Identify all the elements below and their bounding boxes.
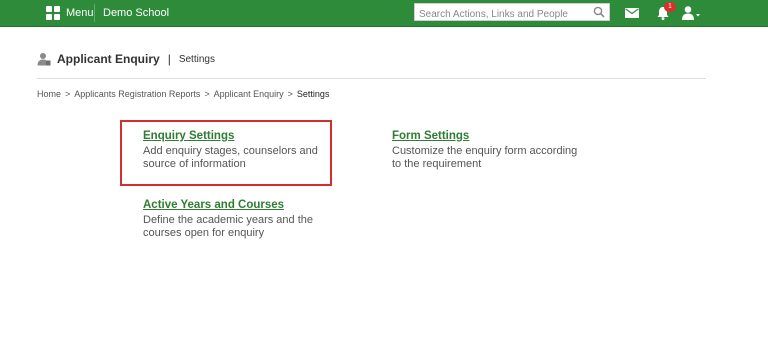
enquiry-settings-link[interactable]: Enquiry Settings <box>143 130 318 142</box>
form-settings-card: Form Settings Customize the enquiry form… <box>392 130 577 171</box>
page-subtitle: Settings <box>178 53 215 65</box>
active-years-desc-line1: Define the academic years and the <box>143 214 313 226</box>
breadcrumb-home[interactable]: Home <box>37 89 61 99</box>
mail-icon[interactable] <box>625 8 639 18</box>
breadcrumb-separator: > <box>65 89 71 99</box>
navbar-divider <box>94 4 95 22</box>
breadcrumb-separator: > <box>287 89 293 99</box>
header-divider <box>37 78 706 79</box>
search-box <box>414 3 610 23</box>
active-years-desc-line2: courses open for enquiry <box>143 227 265 239</box>
title-divider: | <box>167 52 171 66</box>
form-settings-link[interactable]: Form Settings <box>392 130 577 142</box>
user-icon[interactable] <box>681 5 701 21</box>
page-header: Applicant Enquiry | Settings <box>37 50 215 68</box>
enquiry-settings-desc-line2: source of information <box>143 158 246 170</box>
applicant-icon <box>37 53 51 66</box>
search-input[interactable] <box>415 6 593 23</box>
breadcrumb-registration-reports[interactable]: Applicants Registration Reports <box>74 89 200 99</box>
menu-button[interactable]: Menu <box>38 0 102 26</box>
grid-icon <box>46 6 60 20</box>
page-title: Applicant Enquiry <box>57 52 160 66</box>
school-name[interactable]: Demo School <box>103 0 169 26</box>
breadcrumb-current: Settings <box>296 89 330 99</box>
top-navbar: Menu Demo School 1 <box>0 0 768 27</box>
notification-badge: 1 <box>664 2 676 12</box>
breadcrumb-separator: > <box>204 89 210 99</box>
menu-label: Menu <box>66 7 94 19</box>
active-years-link[interactable]: Active Years and Courses <box>143 199 313 211</box>
enquiry-settings-card: Enquiry Settings Add enquiry stages, cou… <box>143 130 318 171</box>
breadcrumb: Home > Applicants Registration Reports > App… <box>37 89 329 99</box>
form-settings-desc-line1: Customize the enquiry form according <box>392 145 578 157</box>
active-years-card: Active Years and Courses Define the acad… <box>143 199 313 240</box>
search-icon[interactable] <box>593 6 605 18</box>
enquiry-settings-desc-line1: Add enquiry stages, counselors and <box>143 145 318 157</box>
breadcrumb-applicant-enquiry[interactable]: Applicant Enquiry <box>214 89 284 99</box>
form-settings-desc-line2: to the requirement <box>392 158 482 170</box>
